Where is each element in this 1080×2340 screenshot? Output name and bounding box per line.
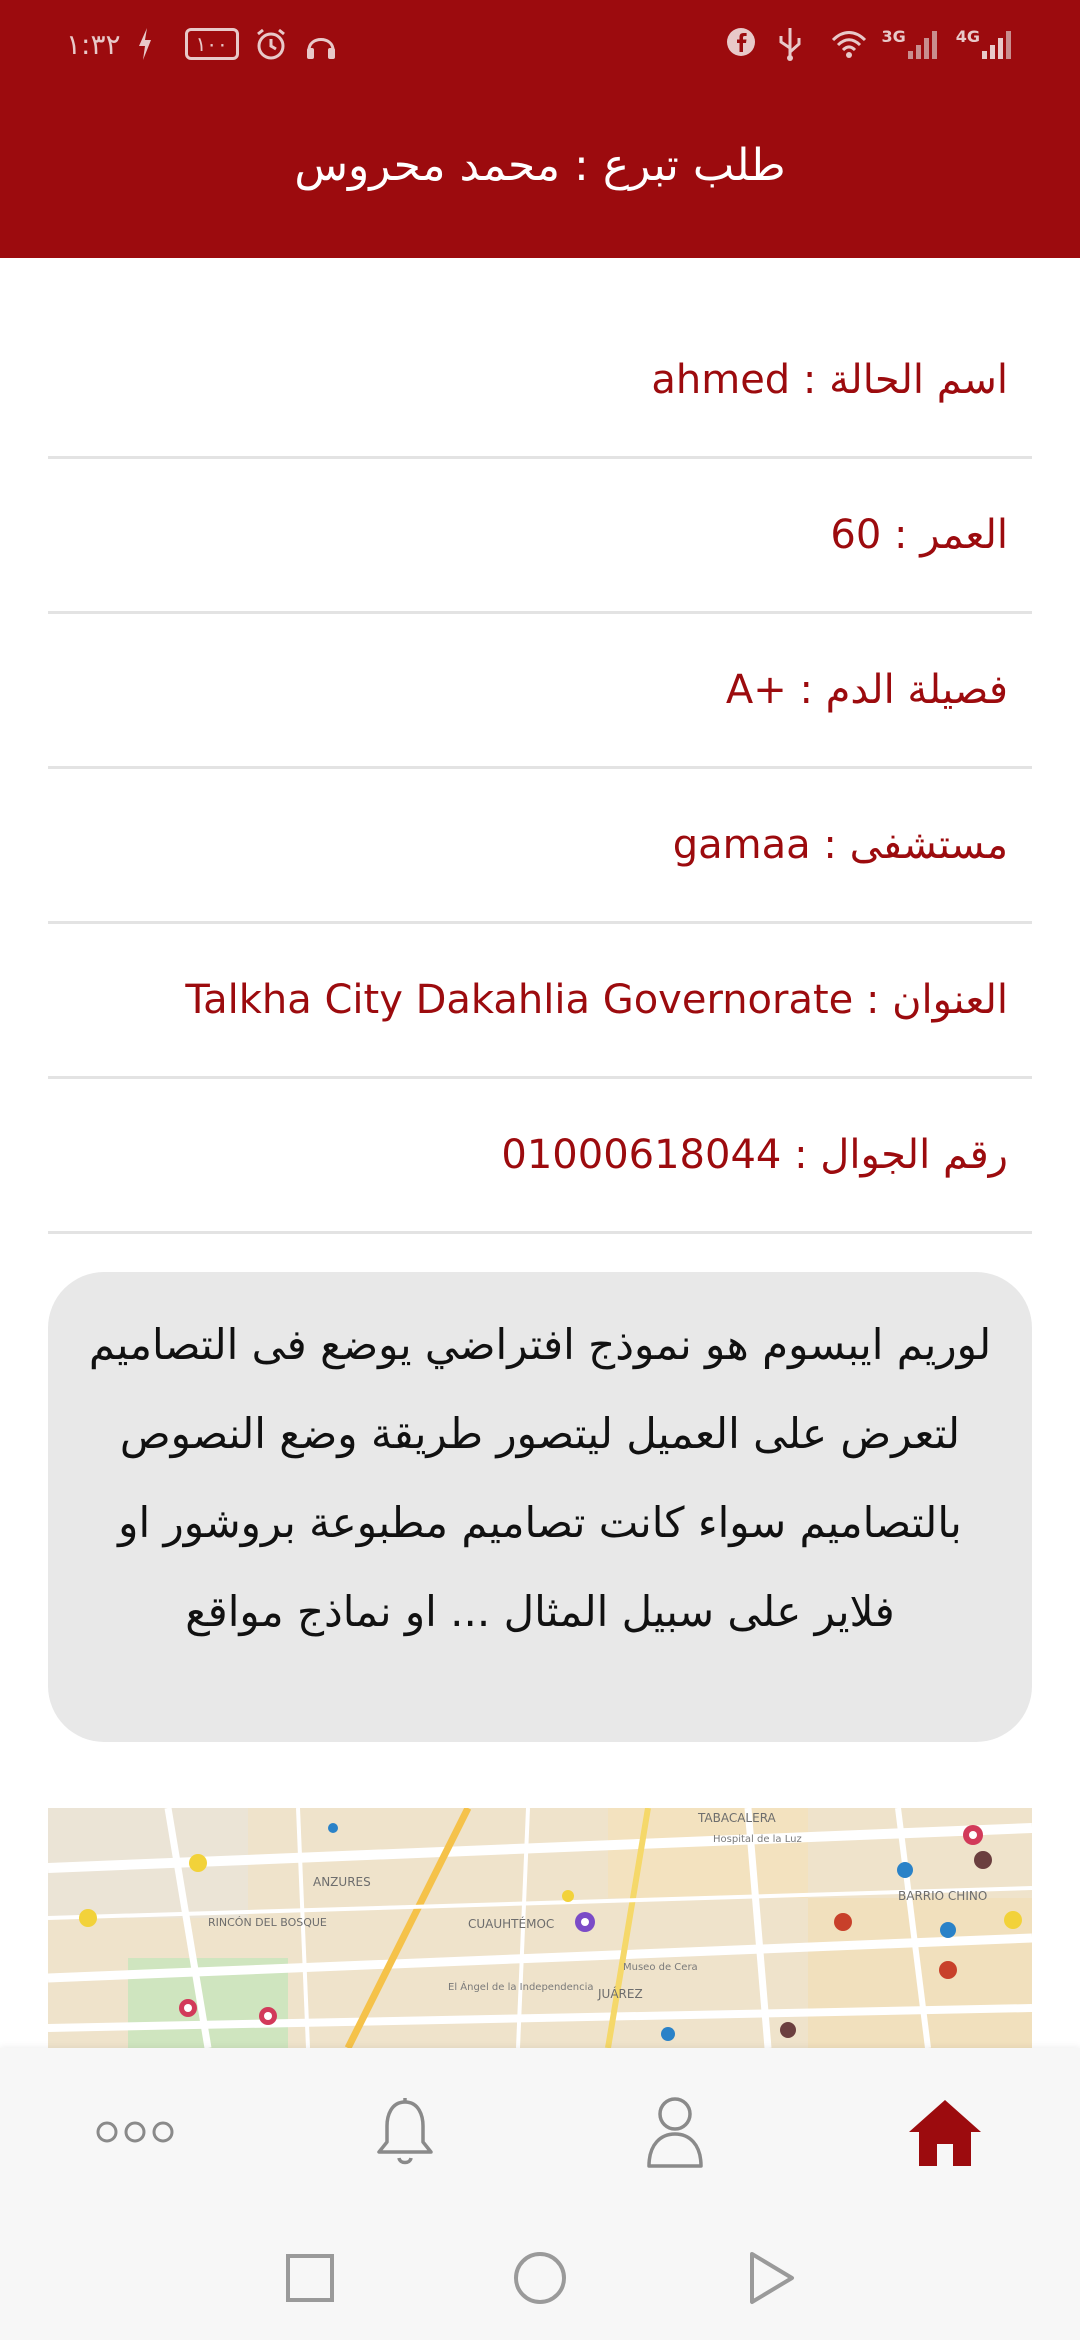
nav-profile-button[interactable] <box>540 2048 810 2216</box>
hospital-text: مستشفى : gamaa <box>672 822 1008 868</box>
system-navigation-bar <box>0 2216 1080 2340</box>
status-left-group: ١:٣٢ ١٠٠ <box>66 26 339 62</box>
page-title: طلب تبرع : محمد محروس <box>294 140 786 191</box>
map-label-hospital: Hospital de la Luz <box>713 1834 802 1845</box>
info-row-case-name: اسم الحالة : ahmed <box>48 304 1032 459</box>
network-4g-label: 4G <box>955 27 980 46</box>
signal-3g-group: 3G <box>881 27 939 61</box>
map-label-cuauhtemoc: CUAUHTÉMOC <box>468 1916 554 1931</box>
battery-indicator: ١٠٠ <box>184 28 239 60</box>
alarm-icon <box>253 26 289 62</box>
description-bubble: لوريم ايبسوم هو نموذج افتراضي يوضع فى ال… <box>48 1272 1032 1742</box>
person-icon <box>647 2097 703 2168</box>
status-right-group: 3G 4G <box>725 26 1014 62</box>
description-text: لوريم ايبسوم هو نموذج افتراضي يوضع فى ال… <box>88 1320 992 1636</box>
home-circle-icon[interactable] <box>508 2246 572 2310</box>
info-row-phone[interactable]: رقم الجوال : 01000618044 <box>48 1079 1032 1234</box>
info-row-hospital: مستشفى : gamaa <box>48 769 1032 924</box>
info-row-age: العمر : 60 <box>48 459 1032 614</box>
signal-4g-group: 4G <box>956 27 1014 61</box>
nav-more-button[interactable] <box>0 2048 270 2216</box>
app-header: ١:٣٢ ١٠٠ 3G 4G طلب تبرع: محمد محروس <box>0 0 1080 258</box>
map-label-angel: El Ángel de la Independencia <box>448 1980 594 1993</box>
facebook-icon <box>725 26 761 62</box>
case-info-list: اسم الحالة : ahmed العمر : 60 فصيلة الدم… <box>48 304 1032 1234</box>
map-label-rincon: RINCÓN DEL BOSQUE <box>208 1916 327 1929</box>
nav-notifications-button[interactable] <box>270 2048 540 2216</box>
map-label-museo: Museo de Cera <box>623 1962 698 1973</box>
map-graphic[interactable]: TABACALERA ANZURES RINCÓN DEL BOSQUE CUA… <box>48 1808 1032 2048</box>
age-text: العمر : 60 <box>830 512 1008 558</box>
usb-icon <box>777 26 813 62</box>
info-row-address: العنوان : Talkha City Dakahlia Governora… <box>48 924 1032 1079</box>
info-row-blood-type: فصيلة الدم : +A <box>48 614 1032 769</box>
recents-square-icon[interactable] <box>278 2246 342 2310</box>
case-name-text: اسم الحالة : ahmed <box>651 357 1008 403</box>
wifi-icon <box>829 26 867 62</box>
more-dots-icon <box>96 2121 174 2143</box>
phone-text[interactable]: رقم الجوال : 01000618044 <box>501 1132 1008 1178</box>
signal-bars-icon <box>907 31 937 59</box>
status-time: ١:٣٢ <box>66 27 121 61</box>
home-icon <box>909 2100 981 2166</box>
map-label-juarez: JUÁREZ <box>597 1986 643 2001</box>
map-label-anzures: ANZURES <box>313 1875 371 1889</box>
network-3g-label: 3G <box>881 27 906 46</box>
location-map[interactable]: TABACALERA ANZURES RINCÓN DEL BOSQUE CUA… <box>48 1808 1032 2048</box>
nav-home-button[interactable] <box>810 2048 1080 2216</box>
headphones-icon <box>303 26 339 62</box>
address-text: العنوان : Talkha City Dakahlia Governora… <box>185 977 1008 1023</box>
blood-type-text: فصيلة الدم : +A <box>725 667 1008 713</box>
signal-bars-icon <box>982 31 1011 59</box>
back-triangle-icon[interactable] <box>738 2246 802 2310</box>
status-bar: ١:٣٢ ١٠٠ 3G 4G <box>0 0 1080 92</box>
charging-icon <box>135 26 171 62</box>
map-label-tabacalera: TABACALERA <box>697 1811 777 1825</box>
bottom-navigation <box>0 2048 1080 2216</box>
map-label-barrio-chino: BARRIO CHINO <box>898 1889 987 1903</box>
bell-icon <box>377 2098 433 2165</box>
